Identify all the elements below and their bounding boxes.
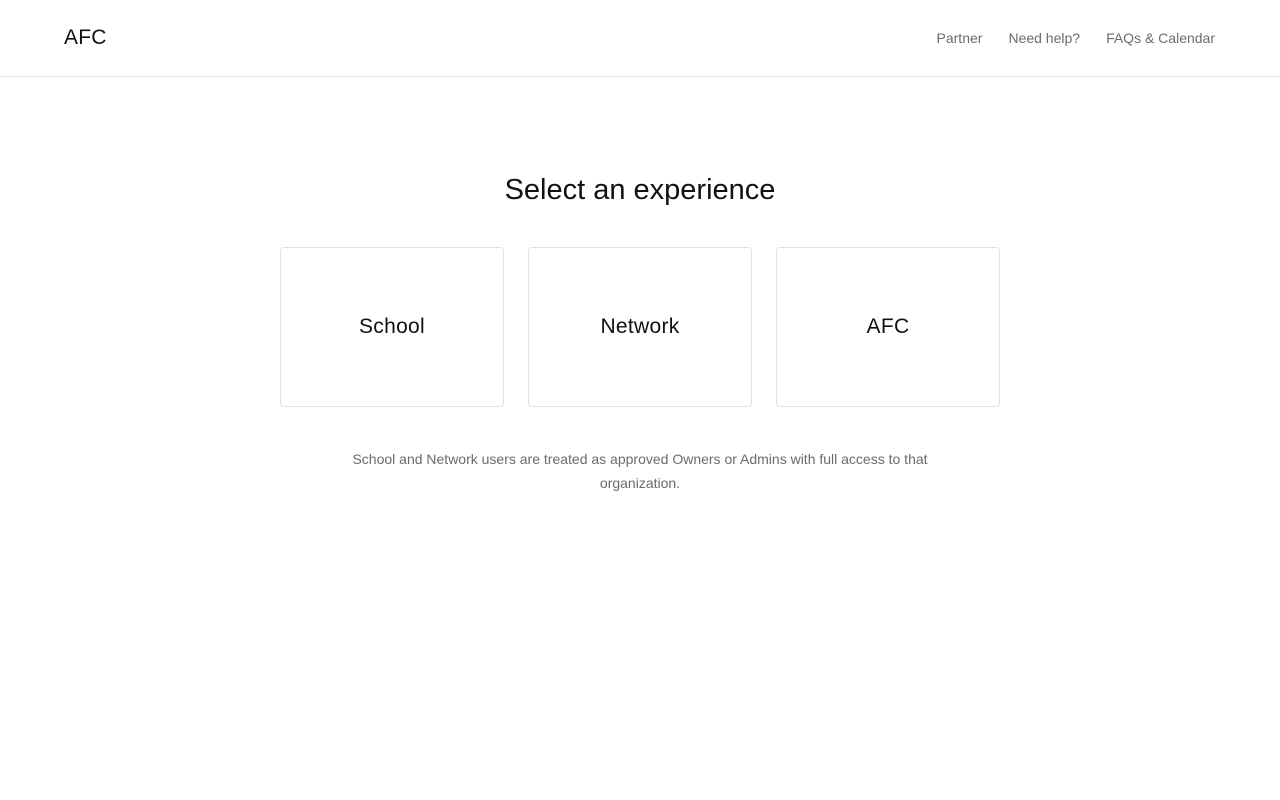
experience-card-list: School Network AFC: [280, 247, 1000, 407]
access-note: School and Network users are treated as …: [352, 451, 928, 491]
experience-card-label: AFC: [866, 315, 910, 338]
nav-link-partner[interactable]: Partner: [937, 28, 983, 48]
top-header: AFC Partner Need help? FAQs & Calendar: [0, 0, 1280, 77]
page-title: Select an experience: [504, 174, 776, 206]
brand-logo-link[interactable]: AFC: [64, 24, 107, 52]
nav-link-faqs-calendar[interactable]: FAQs & Calendar: [1106, 28, 1215, 48]
top-nav: Partner Need help? FAQs & Calendar: [937, 28, 1215, 48]
experience-card-network[interactable]: Network: [528, 247, 752, 407]
nav-link-need-help[interactable]: Need help?: [1008, 28, 1080, 48]
experience-card-afc[interactable]: AFC: [776, 247, 1000, 407]
experience-card-label: School: [358, 315, 425, 338]
experience-card-school[interactable]: School: [280, 247, 504, 407]
experience-card-label: Network: [600, 315, 680, 338]
